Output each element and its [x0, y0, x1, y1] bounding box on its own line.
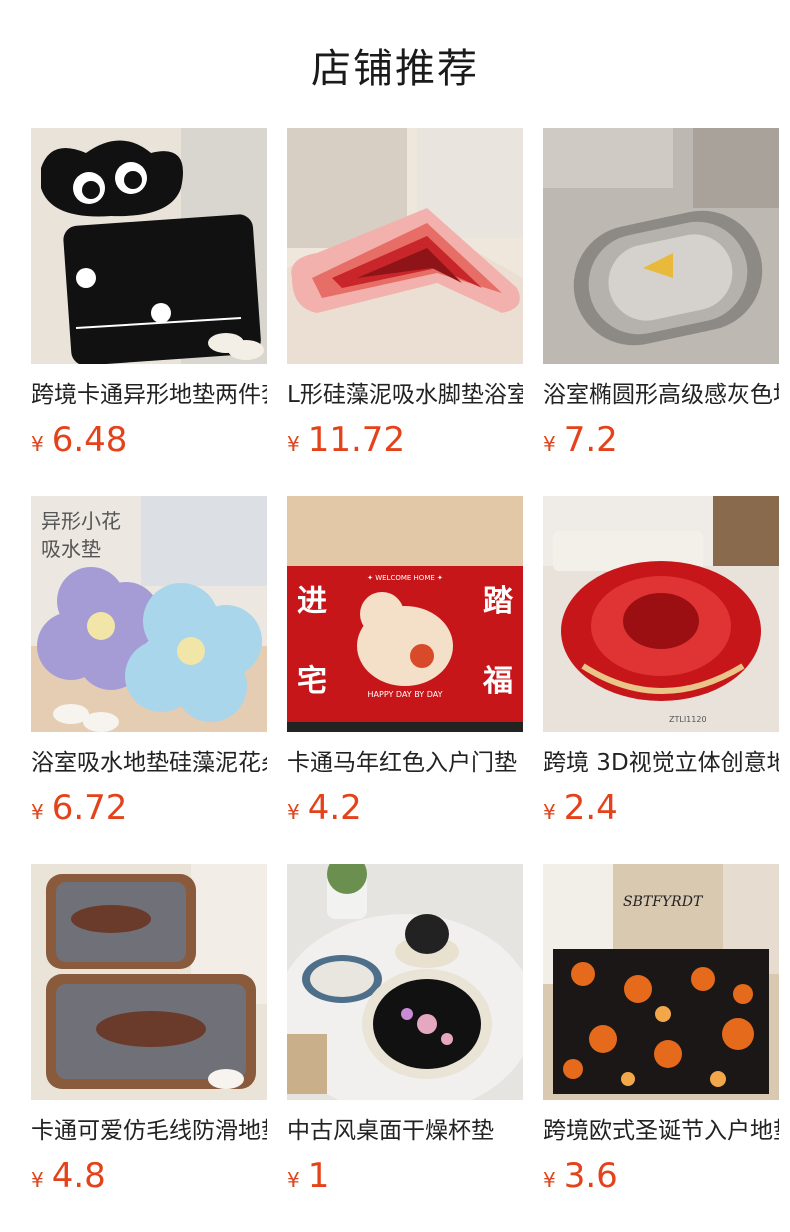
teddy-bear-knit-mat-image — [31, 864, 267, 1100]
product-price: ¥6.48 — [31, 420, 127, 460]
product-card[interactable]: L形硅藻泥吸水脚垫浴室 ¥11.72 — [287, 128, 523, 460]
currency-symbol: ¥ — [31, 432, 44, 456]
product-name[interactable]: 浴室椭圆形高级感灰色地垫 — [543, 378, 779, 412]
product-image[interactable] — [287, 128, 523, 364]
price-amount: 1 — [307, 1156, 330, 1196]
price-amount: 2.4 — [563, 788, 618, 828]
halloween-pumpkin-mat-image: SBTFYRDT — [543, 864, 779, 1100]
rose-3d-rug-image: ZTLI1120 — [543, 496, 779, 732]
image-overlay-text: 异形小花 — [41, 509, 121, 533]
image-overlay-text: ZTLI1120 — [669, 715, 707, 724]
product-card[interactable]: 异形小花 吸水垫 浴室吸水地垫硅藻泥花朵 ¥6.72 — [31, 496, 267, 828]
price-amount: 4.8 — [51, 1156, 106, 1196]
product-image[interactable]: ✦ WELCOME HOME ✦ HAPPY DAY BY DAY 进 踏 宅 … — [287, 496, 523, 732]
product-name[interactable]: 跨境 3D视觉立体创意地毯 — [543, 746, 779, 780]
price-amount: 6.72 — [51, 788, 128, 828]
product-card[interactable]: SBTFYRDT 跨境欧式圣诞节入户地垫 ¥3.6 — [543, 864, 779, 1196]
product-name[interactable]: 跨境卡通异形地垫两件套 — [31, 378, 267, 412]
product-card[interactable]: 卡通可爱仿毛线防滑地垫 ¥4.8 — [31, 864, 267, 1196]
black-cat-bath-mat-image — [31, 128, 267, 364]
image-overlay-text: HAPPY DAY BY DAY — [368, 690, 443, 699]
product-price: ¥3.6 — [543, 1156, 618, 1196]
product-card[interactable]: 中古风桌面干燥杯垫 ¥1 — [287, 864, 523, 1196]
product-card[interactable]: 跨境卡通异形地垫两件套 ¥6.48 — [31, 128, 267, 460]
product-price: ¥6.72 — [31, 788, 127, 828]
currency-symbol: ¥ — [543, 1168, 556, 1192]
currency-symbol: ¥ — [287, 432, 300, 456]
currency-symbol: ¥ — [31, 1168, 44, 1192]
price-amount: 3.6 — [563, 1156, 618, 1196]
product-card[interactable]: ZTLI1120 跨境 3D视觉立体创意地毯 ¥2.4 — [543, 496, 779, 828]
product-name[interactable]: 卡通马年红色入户门垫 — [287, 746, 523, 780]
image-overlay-text: 进 — [297, 584, 327, 619]
image-overlay-text: ✦ WELCOME HOME ✦ — [367, 574, 443, 582]
section-title: 店铺推荐 — [311, 46, 479, 92]
product-image[interactable]: SBTFYRDT — [543, 864, 779, 1100]
product-price: ¥4.8 — [31, 1156, 106, 1196]
product-image[interactable]: ZTLI1120 — [543, 496, 779, 732]
product-price: ¥11.72 — [287, 420, 405, 460]
shop-recommend-header: 店铺推荐 — [0, 0, 790, 128]
red-horse-door-mat-image: ✦ WELCOME HOME ✦ HAPPY DAY BY DAY 进 踏 宅 … — [287, 496, 523, 732]
price-amount: 6.48 — [51, 420, 128, 460]
image-overlay-text: 宅 — [297, 664, 327, 699]
product-name[interactable]: 跨境欧式圣诞节入户地垫 — [543, 1114, 779, 1148]
image-overlay-text: 吸水垫 — [41, 537, 101, 561]
flower-bath-mat-image: 异形小花 吸水垫 — [31, 496, 267, 732]
product-price: ¥1 — [287, 1156, 329, 1196]
currency-symbol: ¥ — [543, 800, 556, 824]
product-name[interactable]: 中古风桌面干燥杯垫 — [287, 1114, 523, 1148]
currency-symbol: ¥ — [31, 800, 44, 824]
product-price: ¥7.2 — [543, 420, 618, 460]
grey-oval-bath-mat-image — [543, 128, 779, 364]
price-amount: 11.72 — [307, 420, 406, 460]
image-overlay-text: 福 — [482, 664, 513, 699]
product-image[interactable] — [543, 128, 779, 364]
product-card[interactable]: ✦ WELCOME HOME ✦ HAPPY DAY BY DAY 进 踏 宅 … — [287, 496, 523, 828]
product-image[interactable] — [31, 864, 267, 1100]
price-amount: 4.2 — [307, 788, 362, 828]
product-name[interactable]: 浴室吸水地垫硅藻泥花朵 — [31, 746, 267, 780]
price-amount: 7.2 — [563, 420, 618, 460]
currency-symbol: ¥ — [543, 432, 556, 456]
product-image[interactable]: 异形小花 吸水垫 — [31, 496, 267, 732]
product-name[interactable]: 卡通可爱仿毛线防滑地垫 — [31, 1114, 267, 1148]
red-heart-l-shape-mat-image — [287, 128, 523, 364]
product-card[interactable]: 浴室椭圆形高级感灰色地垫 ¥7.2 — [543, 128, 779, 460]
product-name[interactable]: L形硅藻泥吸水脚垫浴室 — [287, 378, 523, 412]
image-overlay-text: SBTFYRDT — [623, 894, 704, 910]
currency-symbol: ¥ — [287, 1168, 300, 1192]
product-price: ¥2.4 — [543, 788, 618, 828]
currency-symbol: ¥ — [287, 800, 300, 824]
product-image[interactable] — [31, 128, 267, 364]
image-overlay-text: 踏 — [483, 584, 514, 619]
product-price: ¥4.2 — [287, 788, 362, 828]
product-image[interactable] — [287, 864, 523, 1100]
vintage-coaster-image — [287, 864, 523, 1100]
